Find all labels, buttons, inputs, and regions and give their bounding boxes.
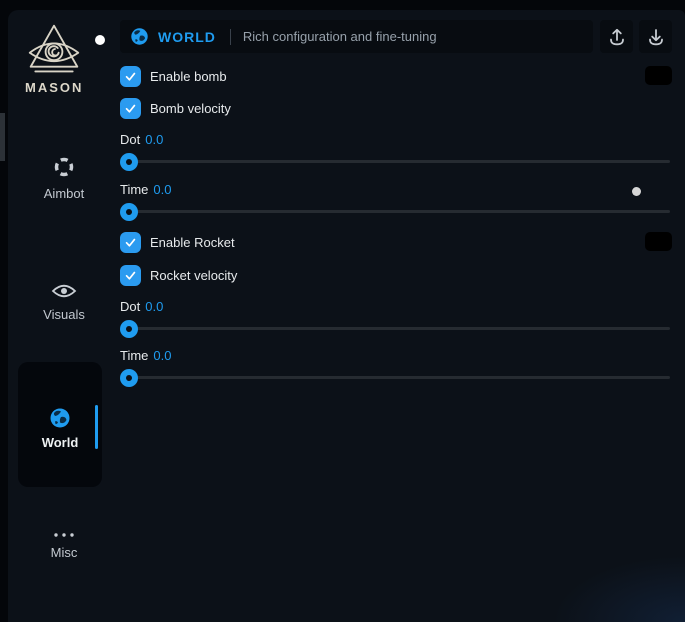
bomb-time-slider: Time 0.0 [120,182,672,222]
download-icon [646,27,666,47]
brand-logo: MASON [25,22,83,95]
slider-label: Time [120,182,148,197]
slider-label: Dot [120,299,140,314]
bomb-color-swatch[interactable] [645,66,672,85]
globe-icon [130,27,149,46]
slider-thumb[interactable] [120,369,138,387]
globe-icon [49,407,71,429]
enable-rocket-checkbox[interactable] [120,232,141,253]
ellipsis-icon [52,532,76,538]
stray-dot [632,187,641,196]
slider-caption: Dot 0.0 [120,299,672,314]
slider-label: Time [120,348,148,363]
checkbox-label: Enable Rocket [150,235,235,250]
row-bomb-velocity: Bomb velocity [120,97,672,119]
sidebar-item-label: Visuals [43,307,85,322]
import-config-button[interactable] [639,20,672,53]
export-config-button[interactable] [600,20,633,53]
slider-label: Dot [120,132,140,147]
app-window: MASON Aimbot Visuals Wo [8,10,685,622]
slider-track[interactable] [122,160,670,163]
bomb-dot-slider: Dot 0.0 [120,132,672,172]
slider-value: 0.0 [153,182,171,197]
window-edge-notch [0,113,5,161]
slider-value: 0.0 [145,299,163,314]
sidebar-item-label: Aimbot [44,186,84,201]
rocket-velocity-checkbox[interactable] [120,265,141,286]
check-icon [124,236,137,249]
rocket-color-swatch[interactable] [645,232,672,251]
slider-track[interactable] [122,376,670,379]
active-tab-indicator [95,405,98,449]
page-subtitle: Rich configuration and fine-tuning [243,29,437,44]
sidebar: MASON Aimbot Visuals Wo [8,10,120,622]
eye-icon [51,282,77,300]
slider-thumb[interactable] [120,153,138,171]
sidebar-item-label: Misc [51,545,78,560]
crosshair-icon [52,155,76,179]
eye-pyramid-logo-icon [26,22,82,76]
row-enable-rocket: Enable Rocket [120,231,672,253]
header-divider [230,29,231,45]
brand-name: MASON [25,80,83,95]
row-enable-bomb: Enable bomb [120,65,672,87]
slider-caption: Time 0.0 [120,348,672,363]
slider-caption: Time 0.0 [120,182,672,197]
rocket-dot-slider: Dot 0.0 [120,299,672,339]
bomb-velocity-checkbox[interactable] [120,98,141,119]
slider-thumb[interactable] [120,320,138,338]
check-icon [124,102,137,115]
checkbox-label: Enable bomb [150,69,227,84]
cursor-dot [95,35,105,45]
slider-value: 0.0 [153,348,171,363]
sidebar-item-aimbot[interactable]: Aimbot [8,155,120,201]
rocket-time-slider: Time 0.0 [120,348,672,388]
row-rocket-velocity: Rocket velocity [120,264,672,286]
page-header: WORLD Rich configuration and fine-tuning [120,20,593,53]
page-title: WORLD [158,29,216,45]
upload-icon [607,27,627,47]
slider-track[interactable] [122,210,670,213]
check-icon [124,70,137,83]
slider-thumb[interactable] [120,203,138,221]
checkbox-label: Bomb velocity [150,101,231,116]
checkbox-label: Rocket velocity [150,268,237,283]
enable-bomb-checkbox[interactable] [120,66,141,87]
sidebar-item-visuals[interactable]: Visuals [8,282,120,322]
slider-track[interactable] [122,327,670,330]
sidebar-item-label: World [42,435,79,450]
check-icon [124,269,137,282]
slider-value: 0.0 [145,132,163,147]
sidebar-item-misc[interactable]: Misc [8,532,120,560]
slider-caption: Dot 0.0 [120,132,672,147]
main-panel: WORLD Rich configuration and fine-tuning [120,20,672,580]
sidebar-item-world[interactable]: World [18,362,102,487]
